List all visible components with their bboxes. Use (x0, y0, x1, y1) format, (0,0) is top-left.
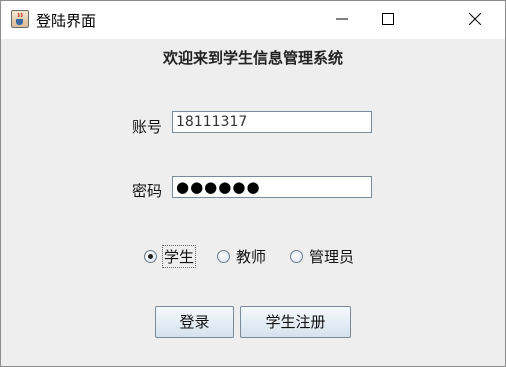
role-radio-admin[interactable]: 管理员 (290, 246, 354, 267)
minimize-icon (336, 18, 348, 20)
maximize-icon (382, 13, 394, 25)
radio-button-teacher[interactable] (217, 250, 230, 263)
student-register-button[interactable]: 学生注册 (240, 306, 351, 338)
role-label-student: 学生 (161, 245, 197, 268)
account-input[interactable]: 18111317 (172, 111, 372, 133)
role-label-teacher: 教师 (236, 248, 267, 266)
title-bar[interactable]: 登陆界面 (1, 1, 505, 39)
role-radio-teacher[interactable]: 教师 (217, 246, 266, 267)
form-heading: 欢迎来到学生信息管理系统 (162, 49, 343, 67)
radio-button-admin[interactable] (290, 250, 303, 263)
close-icon (469, 13, 481, 25)
maximize-button[interactable] (365, 1, 411, 39)
account-label: 账号 (132, 118, 163, 136)
login-window: 登陆界面 欢迎来到学生信息管理系统 账号 18111317 密码 ●●●●●● … (0, 0, 506, 367)
close-button[interactable] (452, 1, 498, 39)
window-title: 登陆界面 (36, 12, 97, 30)
password-label: 密码 (132, 182, 163, 200)
login-form: 欢迎来到学生信息管理系统 账号 18111317 密码 ●●●●●● 学生 教师… (1, 39, 505, 366)
java-cup-icon (11, 10, 29, 28)
password-input[interactable]: ●●●●●● (172, 176, 372, 198)
role-radio-student[interactable]: 学生 (144, 245, 197, 268)
radio-button-student[interactable] (144, 250, 157, 263)
login-button[interactable]: 登录 (155, 306, 234, 338)
minimize-button[interactable] (319, 1, 365, 39)
role-label-admin: 管理员 (309, 248, 355, 266)
